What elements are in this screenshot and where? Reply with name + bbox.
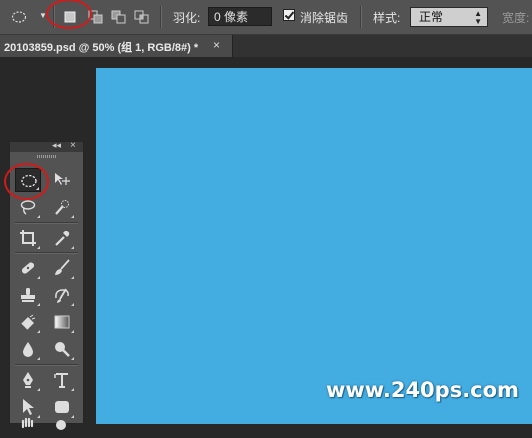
tools-panel-header[interactable]: ◂◂ × [10,140,83,152]
collapse-icon[interactable]: ◂◂ [52,140,61,151]
highlight-ring-tool [4,163,49,200]
crop-icon [20,230,36,246]
style-select[interactable]: 正常 ▲ ▼ [410,7,488,27]
eraser-icon [20,314,36,331]
move-tool[interactable] [49,168,75,192]
style-label: 样式: [373,11,401,25]
options-bar: ▼ 羽化: 0 像素 消除锯齿 样式: 正常 ▲ ▼ 宽度: [0,0,532,35]
antialias-checkbox[interactable] [283,9,295,21]
crop-tool[interactable] [15,226,41,250]
healing-brush-tool[interactable] [15,256,41,280]
feather-label: 羽化: [173,11,201,25]
quick-selection-tool[interactable] [49,195,75,219]
width-label: 宽度: [502,11,530,25]
feather-input[interactable]: 0 像素 [208,7,272,26]
document-canvas[interactable] [96,68,532,424]
lasso-icon [20,200,36,215]
blur-tool[interactable] [15,337,41,361]
stamp-icon [21,288,35,302]
history-brush-icon [55,288,69,303]
panel-grip[interactable] [37,155,57,158]
hand-icon [21,417,34,429]
highlight-ring-options [46,0,92,29]
dodge-tool[interactable] [49,337,75,361]
move-icon [55,173,70,185]
close-panel-icon[interactable]: × [70,140,76,151]
document-tab-bar: 20103859.psd @ 50% (组 1, RGB/8#) * × [0,35,532,57]
eyedropper-tool[interactable] [49,226,75,250]
drop-icon [23,342,33,357]
pen-tool[interactable] [15,368,41,392]
type-icon [54,373,68,388]
quick-selection-icon [55,200,69,215]
bandage-icon [21,262,35,274]
clone-stamp-tool[interactable] [15,283,41,307]
document-tab[interactable]: 20103859.psd @ 50% (组 1, RGB/8#) * × [0,35,233,57]
pen-icon [23,372,33,388]
zoom-icon [56,420,66,430]
select-arrows-icon: ▲ ▼ [474,9,482,26]
watermark: www.240ps.com [326,378,519,402]
eraser-tool[interactable] [15,310,41,334]
document-tab-title: 20103859.psd @ 50% (组 1, RGB/8#) * [4,42,199,54]
antialias-label: 消除锯齿 [300,11,349,25]
elliptical-marquee-preset-icon[interactable] [11,9,27,25]
intersect-selection-icon[interactable] [134,9,150,25]
brush-icon [55,259,70,275]
gradient-icon [54,315,70,329]
gradient-tool[interactable] [49,310,75,334]
zoom-tool[interactable] [49,414,75,438]
history-brush-tool[interactable] [49,283,75,307]
brush-tool[interactable] [49,256,75,280]
eyedropper-icon [55,231,70,246]
close-icon[interactable]: × [213,38,220,52]
type-tool[interactable] [49,368,75,392]
magnifier-icon [55,342,70,357]
style-select-value: 正常 [419,10,444,24]
subtract-from-selection-icon[interactable] [111,9,127,25]
hand-tool[interactable] [15,414,41,438]
